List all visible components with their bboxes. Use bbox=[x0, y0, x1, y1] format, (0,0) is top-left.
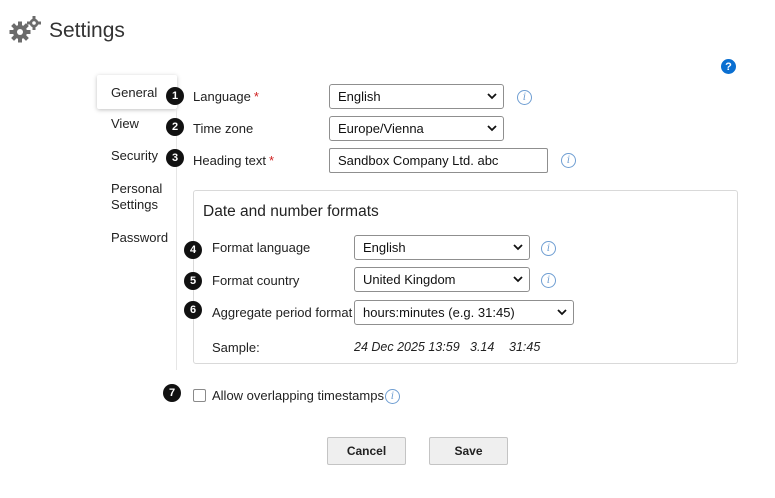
format-language-label: Format language bbox=[212, 240, 311, 255]
nav-item-password[interactable]: Password bbox=[111, 230, 168, 246]
nav-item-view[interactable]: View bbox=[111, 116, 139, 132]
nav-divider bbox=[176, 108, 177, 370]
language-select[interactable]: English bbox=[329, 84, 504, 109]
marker-3: 3 bbox=[166, 149, 184, 167]
heading-text-info-icon[interactable]: i bbox=[561, 153, 576, 168]
chevron-down-icon bbox=[487, 93, 497, 100]
overlap-label: Allow overlapping timestamps bbox=[212, 388, 384, 403]
language-info-icon[interactable]: i bbox=[517, 90, 532, 105]
chevron-down-icon bbox=[513, 244, 523, 251]
chevron-down-icon bbox=[487, 125, 497, 132]
formats-group-title: Date and number formats bbox=[203, 203, 379, 220]
format-country-label: Format country bbox=[212, 273, 300, 288]
cancel-button[interactable]: Cancel bbox=[327, 437, 406, 465]
format-country-info-icon[interactable]: i bbox=[541, 273, 556, 288]
marker-5: 5 bbox=[184, 272, 202, 290]
sample-label: Sample: bbox=[212, 340, 260, 355]
marker-1: 1 bbox=[166, 87, 184, 105]
overlap-checkbox[interactable] bbox=[193, 389, 206, 402]
format-language-info-icon[interactable]: i bbox=[541, 241, 556, 256]
timezone-label: Time zone bbox=[193, 121, 254, 136]
marker-6: 6 bbox=[184, 301, 202, 319]
required-mark: * bbox=[253, 89, 259, 104]
nav-item-personal-line2: Settings bbox=[111, 197, 158, 212]
chevron-down-icon bbox=[557, 309, 567, 316]
save-button[interactable]: Save bbox=[429, 437, 508, 465]
heading-text-label: Heading text * bbox=[193, 153, 275, 168]
heading-text-input[interactable]: Sandbox Company Ltd. abc bbox=[329, 148, 548, 173]
language-label: Language * bbox=[193, 89, 259, 104]
sample-duration: 31:45 bbox=[509, 340, 541, 354]
marker-4: 4 bbox=[184, 241, 202, 259]
format-country-select[interactable]: United Kingdom bbox=[354, 267, 530, 292]
marker-7: 7 bbox=[163, 384, 181, 402]
nav-item-security[interactable]: Security bbox=[111, 148, 158, 164]
overlap-info-icon[interactable]: i bbox=[385, 389, 400, 404]
marker-2: 2 bbox=[166, 118, 184, 136]
timezone-select[interactable]: Europe/Vienna bbox=[329, 116, 504, 141]
aggregate-period-select[interactable]: hours:minutes (e.g. 31:45) bbox=[354, 300, 574, 325]
sample-date: 24 Dec 2025 13:59 bbox=[354, 340, 460, 354]
nav-item-general[interactable]: General bbox=[97, 75, 177, 109]
nav-item-personal-line1: Personal bbox=[111, 181, 163, 196]
chevron-down-icon bbox=[513, 276, 523, 283]
nav-item-personal-settings[interactable]: Personal Settings bbox=[111, 181, 162, 213]
required-mark: * bbox=[269, 153, 275, 168]
format-language-select[interactable]: English bbox=[354, 235, 530, 260]
page-title: Settings bbox=[49, 19, 125, 42]
gears-icon bbox=[9, 16, 41, 43]
aggregate-period-label: Aggregate period format bbox=[212, 305, 353, 320]
help-icon[interactable]: ? bbox=[721, 59, 736, 74]
sample-number: 3.14 bbox=[470, 340, 495, 354]
